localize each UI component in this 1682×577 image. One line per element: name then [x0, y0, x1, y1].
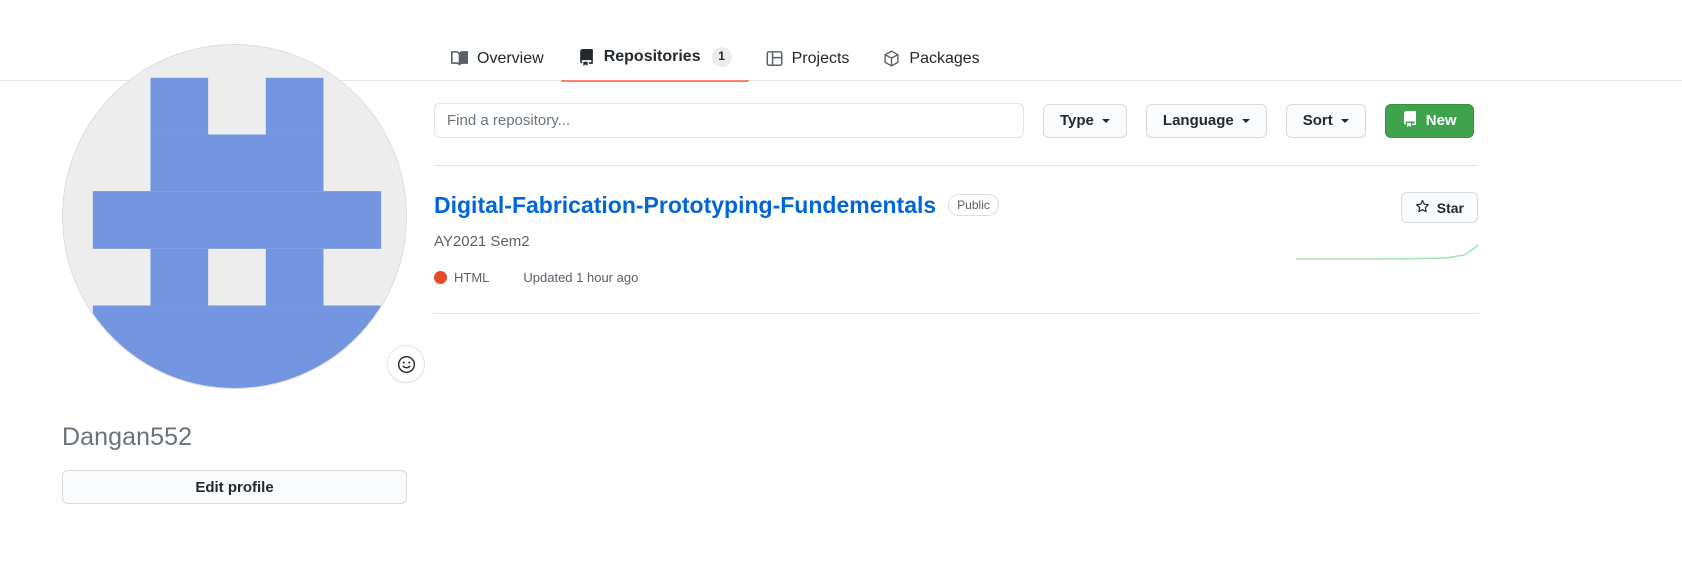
- package-icon: [883, 50, 900, 67]
- avatar[interactable]: [62, 44, 407, 389]
- repository-updated: Updated 1 hour ago: [523, 269, 639, 285]
- star-button[interactable]: Star: [1400, 192, 1478, 223]
- project-icon: [766, 50, 783, 67]
- tab-projects[interactable]: Projects: [749, 50, 867, 81]
- language-filter-button[interactable]: Language: [1145, 103, 1267, 138]
- star-icon: [1415, 199, 1430, 217]
- tab-overview[interactable]: Overview: [434, 50, 561, 81]
- repository-filter-bar: Type Language Sort New: [434, 103, 1478, 138]
- new-repository-label: New: [1425, 112, 1457, 129]
- language-color-dot: [434, 270, 447, 284]
- tab-packages-label: Packages: [909, 49, 980, 67]
- repository-details: Digital-Fabrication-Prototyping-Fundemen…: [434, 191, 1288, 285]
- repository-description: AY2021 Sem2: [434, 232, 530, 250]
- status-badge: Public: [948, 194, 999, 217]
- search-input[interactable]: [434, 103, 1024, 138]
- type-filter-label: Type: [1060, 112, 1094, 129]
- smiley-icon: [397, 355, 415, 373]
- main-column: Overview Repositories 1 Projects Package…: [434, 0, 1478, 314]
- tab-repositories-label: Repositories: [603, 48, 701, 65]
- chevron-down-icon: [1101, 118, 1110, 123]
- repository-aside: Star: [1288, 191, 1478, 265]
- profile-sidebar: Dangan552 Edit profile: [62, 44, 425, 505]
- language-filter-label: Language: [1162, 112, 1234, 129]
- language-label: HTML: [454, 269, 490, 285]
- repository-title-line: Digital-Fabrication-Prototyping-Fundemen…: [434, 191, 1288, 220]
- tab-packages[interactable]: Packages: [866, 50, 996, 81]
- github-profile-page: Dangan552 Edit profile Overview Reposito…: [0, 0, 1682, 577]
- repository-language: HTML: [434, 270, 489, 285]
- book-icon: [451, 50, 468, 67]
- profile-username: Dangan552: [62, 423, 193, 451]
- tab-projects-label: Projects: [791, 49, 850, 67]
- emoji-status-button[interactable]: [387, 345, 425, 383]
- repository-list: Digital-Fabrication-Prototyping-Fundemen…: [434, 165, 1478, 314]
- chevron-down-icon: [1340, 118, 1349, 123]
- repositories-count: 1: [711, 47, 732, 67]
- sort-filter-button[interactable]: Sort: [1285, 103, 1366, 138]
- repository-activity-sparkline: [1296, 241, 1478, 265]
- tab-repositories[interactable]: Repositories 1: [560, 47, 749, 82]
- repo-icon: [578, 48, 595, 66]
- edit-profile-button[interactable]: Edit profile: [62, 470, 407, 505]
- type-filter-button[interactable]: Type: [1043, 103, 1127, 138]
- identicon-avatar-image: [63, 45, 406, 388]
- profile-tabs: Overview Repositories 1 Projects Package…: [434, 0, 1478, 82]
- chevron-down-icon: [1241, 118, 1250, 123]
- repo-icon: [1402, 110, 1418, 131]
- edit-profile-label: Edit profile: [195, 478, 274, 496]
- star-label: Star: [1436, 199, 1464, 216]
- repository-meta: HTML Updated 1 hour ago: [434, 270, 1288, 285]
- avatar-container: [62, 44, 425, 389]
- sort-filter-label: Sort: [1302, 112, 1333, 129]
- table-row: Digital-Fabrication-Prototyping-Fundemen…: [434, 166, 1478, 314]
- repository-name-link[interactable]: Digital-Fabrication-Prototyping-Fundemen…: [434, 191, 936, 220]
- new-repository-button[interactable]: New: [1384, 103, 1474, 138]
- tab-overview-label: Overview: [477, 49, 544, 67]
